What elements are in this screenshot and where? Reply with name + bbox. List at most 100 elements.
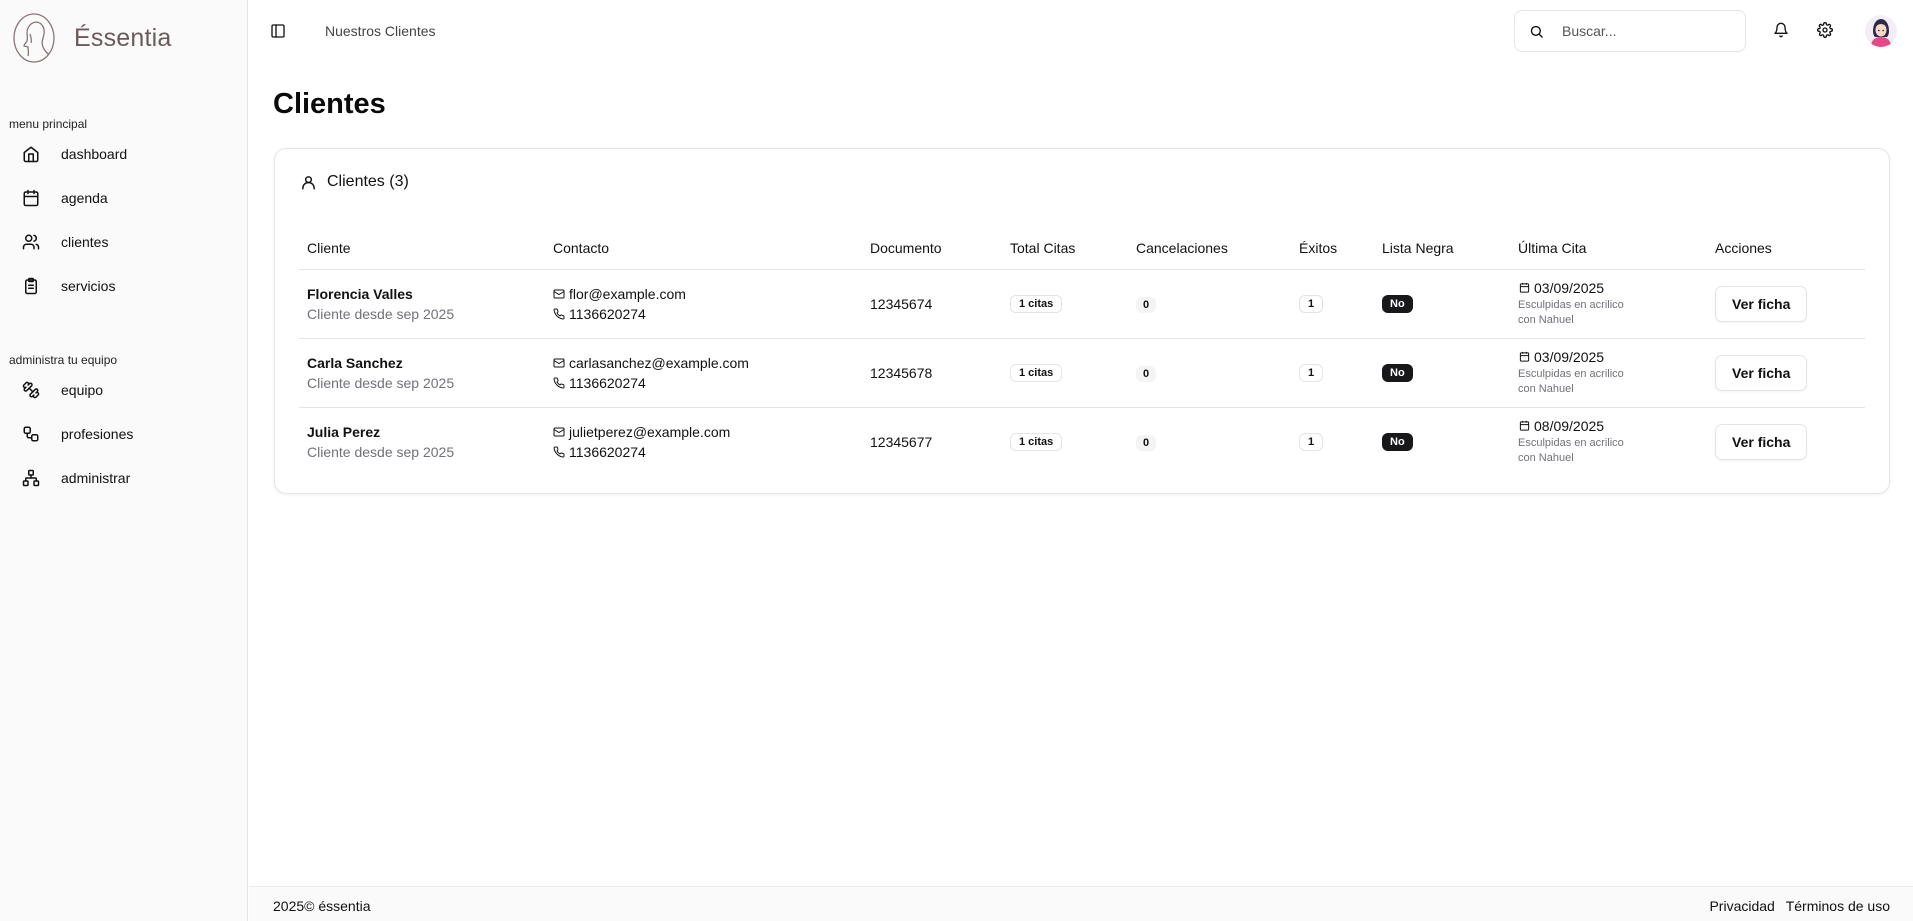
total-badge: 1 citas [1010,295,1063,313]
mail-icon [553,288,565,300]
sidebar-item-label: servicios [61,278,116,294]
privacy-link[interactable]: Privacidad [1709,898,1774,914]
client-phone[interactable]: 1136620274 [569,442,646,462]
phone-icon [553,307,565,320]
column-header: Total Citas [1002,227,1128,270]
sidebar-item-profesiones[interactable]: profesiones [14,416,238,452]
cancel-badge: 0 [1136,365,1157,382]
client-email[interactable]: flor@example.com [569,284,686,304]
brand[interactable]: Éssentia [12,12,172,64]
sidebar-item-label: profesiones [61,426,134,442]
bell-icon[interactable] [1771,20,1791,40]
last-description: Esculpidas en acrilico con Nahuel [1518,298,1624,326]
copyright: 2025© éssentia [273,898,371,914]
view-file-button[interactable]: Ver ficha [1715,423,1808,460]
sidebar-item-label: clientes [61,234,109,250]
last-date: 03/09/2025 [1534,348,1605,365]
workflow-icon [20,423,42,445]
client-cell: Florencia Valles Cliente desde sep 2025 [299,269,545,339]
column-header: Cliente [299,227,545,270]
total-badge: 1 citas [1010,433,1063,452]
clipboard-icon [20,275,42,297]
home-icon [20,143,42,165]
footer-links: Privacidad Términos de uso [1709,898,1890,914]
page-title: Clientes [273,88,386,120]
blacklist-badge: No [1382,295,1413,313]
calendar-icon [1518,351,1530,363]
document-cell: 12345678 [862,338,1002,408]
exitos-cell: 1 [1291,269,1374,339]
sidebar-item-administrar[interactable]: administrar [14,460,238,496]
client-cell: Carla Sanchez Cliente desde sep 2025 [299,338,545,408]
client-since: Cliente desde sep 2025 [307,305,455,322]
actions-cell: Ver ficha [1707,407,1865,476]
total-cell: 1 citas [1002,407,1128,476]
client-cell: Julia Perez Cliente desde sep 2025 [299,407,545,476]
column-header: Documento [862,227,1002,270]
exitos-badge: 1 [1299,364,1324,382]
cancel-cell: 0 [1128,269,1291,339]
nav-group-label-main: menu principal [9,117,88,131]
breadcrumb[interactable]: Nuestros Clientes [325,23,436,39]
brand-logo-icon [12,12,56,64]
client-email[interactable]: carlasanchez@example.com [569,353,749,373]
table-header-row: Cliente Contacto Documento Total Citas C… [299,227,1865,270]
gear-icon[interactable] [1815,20,1835,40]
sidebar: Éssentia menu principal dashboard agenda… [0,0,248,921]
sidebar-item-label: dashboard [61,146,128,162]
actions-cell: Ver ficha [1707,269,1865,339]
client-name: Carla Sanchez [307,354,403,371]
document-cell: 12345677 [870,433,933,450]
table-row: Florencia Valles Cliente desde sep 2025 … [299,269,1865,339]
column-header: Cancelaciones [1128,227,1291,270]
view-file-button[interactable]: Ver ficha [1715,285,1808,322]
cancel-cell: 0 [1128,338,1291,408]
brand-name: Éssentia [74,23,172,52]
actions-cell: Ver ficha [1707,338,1865,408]
sidebar-toggle-icon[interactable] [267,20,289,42]
sidebar-item-dashboard[interactable]: dashboard [14,136,238,172]
cancel-badge: 0 [1136,296,1157,313]
search-input[interactable] [1562,23,1732,39]
client-since: Cliente desde sep 2025 [307,443,455,460]
card-title: Clientes (3) [327,173,409,190]
contact-cell: julietperez@example.com 1136620274 [545,407,862,476]
document-cell: 12345674 [862,269,1002,339]
client-email[interactable]: julietperez@example.com [569,422,730,442]
cancel-cell: 0 [1128,407,1291,476]
sidebar-item-clientes[interactable]: clientes [14,224,238,260]
contact-cell: carlasanchez@example.com 1136620274 [545,338,862,408]
total-cell: 1 citas [1002,269,1128,339]
avatar[interactable] [1865,15,1897,47]
client-since: Cliente desde sep 2025 [307,374,455,391]
sidebar-item-equipo[interactable]: equipo [14,372,238,408]
nav-group-label-team: administra tu equipo [9,353,118,367]
terms-link[interactable]: Términos de uso [1786,898,1890,914]
total-badge: 1 citas [1010,364,1063,382]
users-icon [20,231,42,253]
calendar-icon [1518,282,1530,294]
view-file-button[interactable]: Ver ficha [1715,354,1808,391]
blacklist-badge: No [1382,364,1413,382]
network-icon [20,467,42,489]
table-row: Carla Sanchez Cliente desde sep 2025 car… [299,338,1865,408]
exitos-cell: 1 [1291,338,1374,408]
column-header: Lista Negra [1374,227,1510,270]
mail-icon [553,426,565,438]
search-box[interactable] [1514,10,1746,52]
client-name: Julia Perez [307,423,381,440]
blacklist-cell: No [1374,269,1510,339]
last-date: 08/09/2025 [1534,417,1605,434]
client-phone[interactable]: 1136620274 [569,304,646,324]
blacklist-cell: No [1374,407,1510,476]
client-phone[interactable]: 1136620274 [569,373,646,393]
last-description: Esculpidas en acrilico con Nahuel [1518,367,1624,395]
sidebar-item-label: administrar [61,470,131,486]
exitos-badge: 1 [1299,295,1324,313]
sidebar-item-agenda[interactable]: agenda [14,180,238,216]
phone-icon [553,446,565,458]
user-icon [299,173,317,191]
sidebar-item-servicios[interactable]: servicios [14,268,238,304]
clients-table: Cliente Contacto Documento Total Citas C… [299,227,1865,476]
table-row: Julia Perez Cliente desde sep 2025 julie… [299,407,1865,476]
